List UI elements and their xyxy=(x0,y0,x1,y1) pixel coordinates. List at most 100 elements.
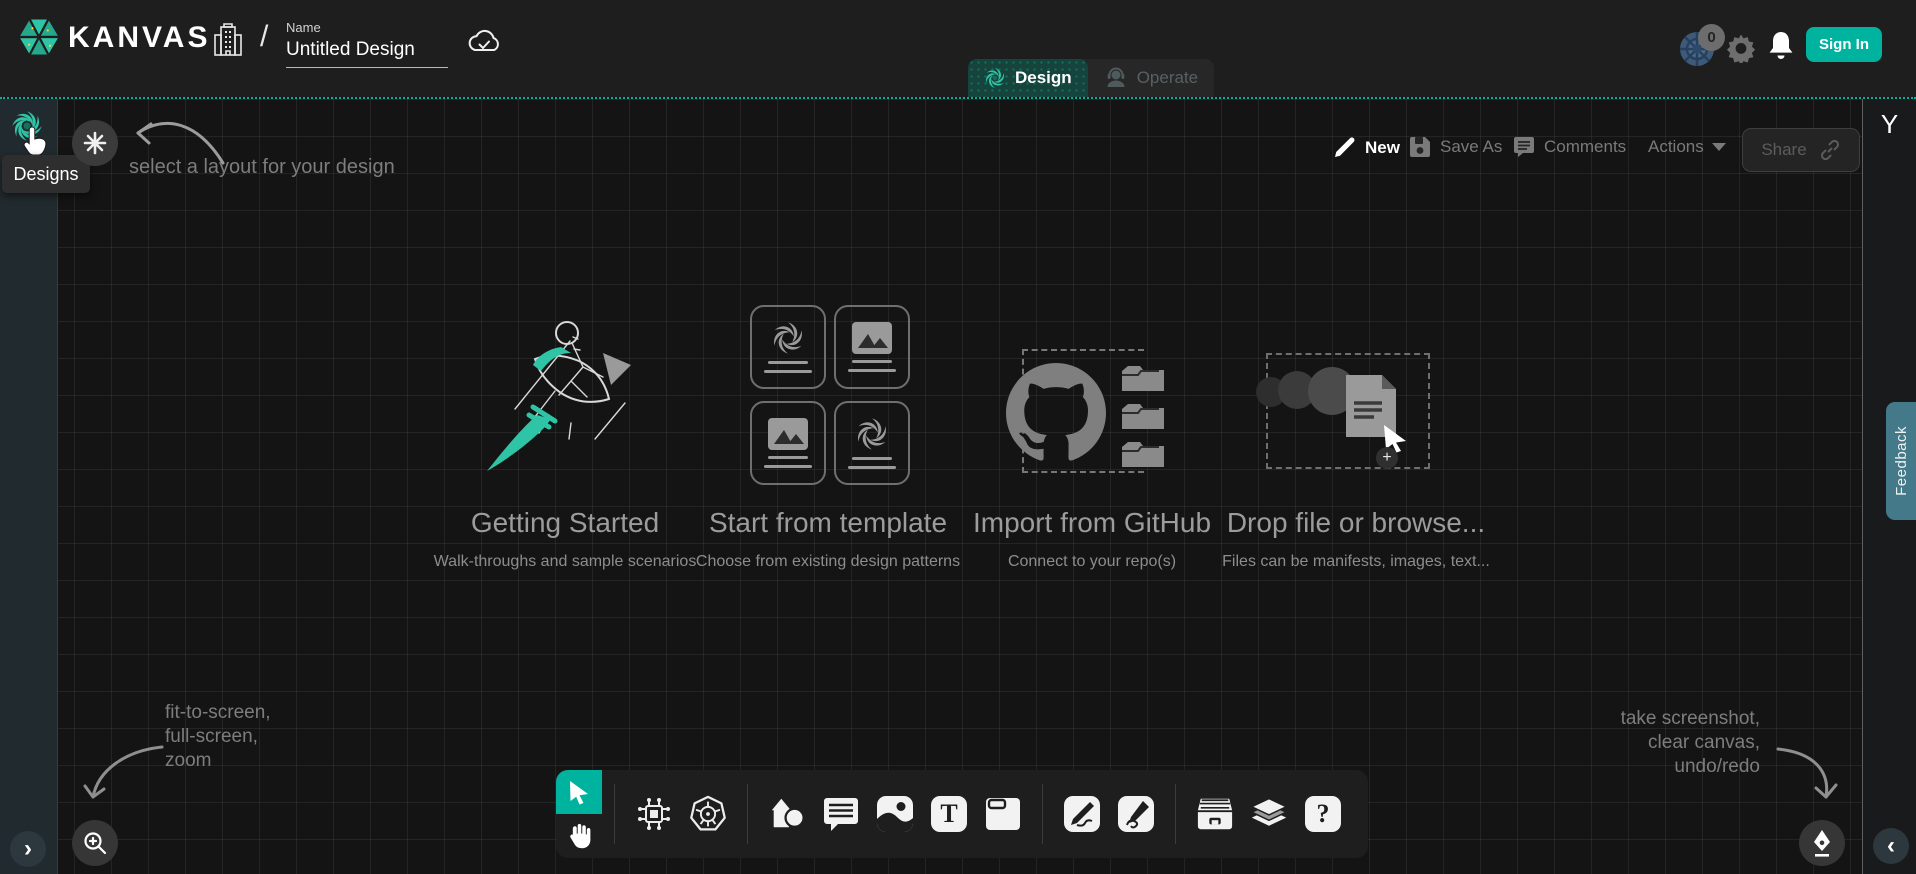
card-title: Start from template xyxy=(678,507,978,539)
breadcrumb-separator: / xyxy=(260,20,268,54)
text-tool-button[interactable]: T xyxy=(930,795,968,833)
pointer-hand-cursor-icon xyxy=(22,125,50,159)
text-tool-glyph: T xyxy=(940,799,957,829)
share-label: Share xyxy=(1761,140,1806,160)
comment-icon xyxy=(1512,135,1536,159)
magnifier-plus-icon xyxy=(82,830,108,856)
card-subtitle: Connect to your repo(s) xyxy=(942,553,1242,571)
note-tool-button[interactable] xyxy=(984,795,1022,833)
pen-actions-button[interactable] xyxy=(1799,820,1845,866)
layers-tool-button[interactable] xyxy=(1250,795,1288,833)
drawer-tool-button[interactable] xyxy=(1196,795,1234,833)
help-tool-button[interactable]: ? xyxy=(1304,795,1342,833)
mode-tabbar: Design Operate xyxy=(968,59,1214,97)
comment-tool-button[interactable] xyxy=(822,795,860,833)
operate-headset-icon xyxy=(1104,66,1128,90)
image-tool-button[interactable] xyxy=(876,795,914,833)
kubernetes-tool-button[interactable] xyxy=(689,795,727,833)
template-grid-illustration xyxy=(678,319,978,485)
link-icon xyxy=(1819,139,1841,161)
cloud-sync-icon[interactable] xyxy=(466,28,502,56)
tab-design-label: Design xyxy=(1015,68,1072,88)
card-import-from-github[interactable]: Import from GitHub Connect to your repo(… xyxy=(942,319,1242,571)
card-title: Getting Started xyxy=(415,507,715,539)
organization-icon[interactable] xyxy=(212,23,244,57)
template-tile-design xyxy=(834,401,910,485)
toolbar-divider xyxy=(614,784,615,844)
save-as-label: Save As xyxy=(1440,137,1502,157)
pen-tool-button[interactable] xyxy=(1063,795,1101,833)
zoom-hints-text: fit-to-screen, full-screen, zoom xyxy=(165,701,271,773)
comments-button[interactable]: Comments xyxy=(1512,135,1626,159)
brand-wordmark: KANVAS xyxy=(68,21,210,55)
tab-design[interactable]: Design xyxy=(968,59,1088,97)
card-title: Import from GitHub xyxy=(942,507,1242,539)
settings-gear-icon[interactable] xyxy=(1726,33,1756,63)
feedback-tab[interactable]: Feedback xyxy=(1886,402,1916,520)
cursor-icon xyxy=(567,779,591,805)
feedback-label: Feedback xyxy=(1893,426,1910,496)
new-button[interactable]: New xyxy=(1332,135,1400,160)
pen-nib-icon xyxy=(1810,829,1834,857)
template-tile-image xyxy=(834,305,910,389)
save-as-button[interactable]: Save As xyxy=(1408,135,1502,159)
plus-badge-icon: + xyxy=(1376,447,1398,469)
github-illustration xyxy=(942,319,1242,485)
zoom-hint-arrow xyxy=(82,739,172,811)
toolbar-divider xyxy=(1175,784,1176,844)
share-button[interactable]: Share xyxy=(1742,128,1860,172)
sign-in-button[interactable]: Sign In xyxy=(1806,27,1882,62)
new-label: New xyxy=(1365,138,1400,158)
help-glyph: ? xyxy=(1317,799,1330,829)
pencil-icon xyxy=(1332,135,1357,160)
repo-folders-icon xyxy=(1120,361,1166,471)
dock-handle-icon[interactable]: Y xyxy=(1863,109,1916,140)
left-rail xyxy=(0,99,58,874)
shapes-tool-button[interactable] xyxy=(768,795,806,833)
chevron-down-icon xyxy=(1712,143,1726,151)
expand-left-panel-button[interactable]: › xyxy=(10,831,46,867)
card-getting-started[interactable]: Getting Started Walk-throughs and sample… xyxy=(415,319,715,571)
layout-hint-text: select a layout for your design xyxy=(129,155,395,179)
card-start-from-template[interactable]: Start from template Choose from existing… xyxy=(678,319,978,571)
card-title: Drop file or browse... xyxy=(1206,507,1506,539)
save-icon xyxy=(1408,135,1432,159)
zoom-button[interactable] xyxy=(72,820,118,866)
drop-file-illustration: + xyxy=(1206,319,1506,485)
select-tool-button[interactable] xyxy=(556,770,602,814)
notification-count-badge: 0 xyxy=(1698,24,1725,51)
name-field-label: Name xyxy=(286,20,321,35)
notifications-bell-icon[interactable] xyxy=(1766,30,1796,62)
design-canvas[interactable]: Designs select a layout for your design … xyxy=(0,97,1916,874)
card-drop-file[interactable]: + Drop file or browse... Files can be ma… xyxy=(1206,319,1506,571)
card-subtitle: Choose from existing design patterns xyxy=(678,553,978,571)
design-spiral-icon xyxy=(984,67,1006,89)
actions-label: Actions xyxy=(1648,137,1704,157)
collapse-right-panel-button[interactable]: ‹ xyxy=(1873,828,1909,864)
layout-select-button[interactable] xyxy=(72,120,118,166)
toolbar-divider xyxy=(1042,784,1043,844)
designs-tooltip: Designs xyxy=(2,155,90,193)
card-subtitle: Walk-throughs and sample scenarios xyxy=(415,553,715,571)
hand-icon xyxy=(567,823,591,849)
pan-tool-button[interactable] xyxy=(556,814,602,858)
template-tile-design xyxy=(750,305,826,389)
design-name-input[interactable] xyxy=(286,37,448,68)
kanvas-logo-icon[interactable] xyxy=(16,14,62,60)
template-tile-image xyxy=(750,401,826,485)
freehand-tool-button[interactable] xyxy=(1117,795,1155,833)
toolbar-divider xyxy=(747,784,748,844)
component-tool-button[interactable] xyxy=(635,795,673,833)
tab-operate-label: Operate xyxy=(1137,68,1198,88)
github-octocat-icon xyxy=(1006,363,1106,463)
tab-operate[interactable]: Operate xyxy=(1088,59,1214,97)
card-subtitle: Files can be manifests, images, text... xyxy=(1206,553,1506,571)
actions-dropdown[interactable]: Actions xyxy=(1648,137,1726,157)
app-header: KANVAS / Name xyxy=(0,0,1916,97)
screenshot-hints-text: take screenshot, clear canvas, undo/redo xyxy=(1621,707,1760,779)
pointer-tool-group xyxy=(556,770,602,858)
rocket-illustration xyxy=(415,319,715,485)
bottom-toolbar: T xyxy=(556,770,1368,858)
comments-label: Comments xyxy=(1544,137,1626,157)
screenshot-hint-arrow xyxy=(1770,739,1842,809)
